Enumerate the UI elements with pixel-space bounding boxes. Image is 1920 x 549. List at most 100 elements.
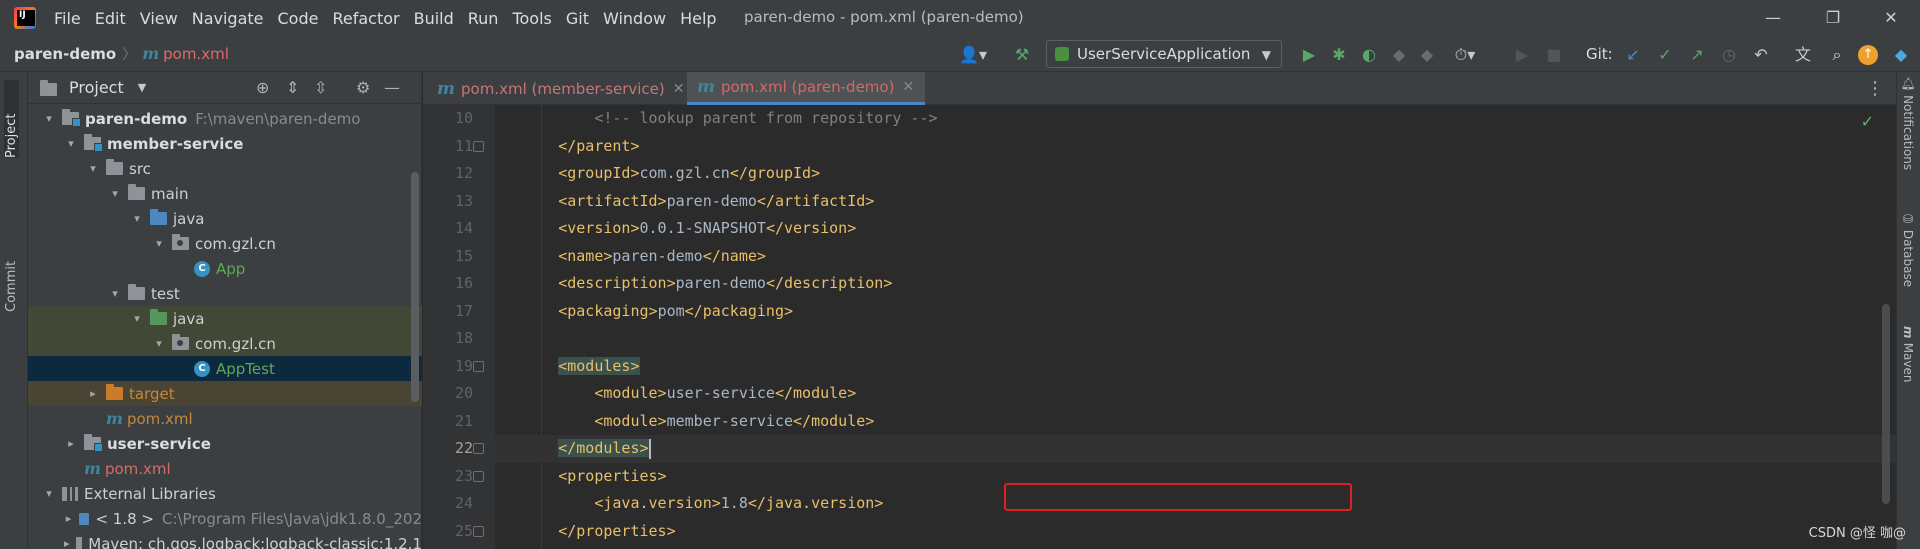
tree-item[interactable]: ▸ target <box>28 381 422 406</box>
code-line[interactable]: 10 <!-- lookup parent from repository --… <box>455 105 1896 133</box>
close-button[interactable]: ✕ <box>1868 4 1914 32</box>
menu-item-help[interactable]: Help <box>680 9 716 28</box>
resume-icon[interactable]: ▶ <box>1512 44 1532 66</box>
restore-button[interactable]: ❐ <box>1810 4 1856 32</box>
menu-item-run[interactable]: Run <box>468 9 499 28</box>
tool-tab-notifications[interactable]: 🔔︎ Notifications <box>1901 76 1915 186</box>
tree-item[interactable]: ▾ test <box>28 281 422 306</box>
code-line[interactable]: 15 <name>paren-demo</name> <box>455 243 1896 271</box>
menu-item-git[interactable]: Git <box>566 9 589 28</box>
tool-tab-maven[interactable]: m Maven <box>1901 326 1915 416</box>
editor-tab-paren-demo[interactable]: m pom.xml (paren-demo) ✕ <box>687 72 925 105</box>
fold-marker-icon[interactable] <box>473 443 484 454</box>
chevron-down-icon[interactable]: ▾ <box>42 112 56 125</box>
build-hammer-icon[interactable]: ⚒ <box>1010 44 1034 66</box>
translate-icon[interactable]: 文 <box>1792 44 1814 66</box>
tool-tab-commit[interactable]: Commit <box>4 242 19 312</box>
breadcrumb-file[interactable]: pom.xml <box>163 45 229 63</box>
chevron-down-icon[interactable]: ▾ <box>86 162 100 175</box>
code-line[interactable]: 22 </modules> <box>455 435 1896 463</box>
profile-alt-icon[interactable]: ◆ <box>1416 44 1438 66</box>
fold-marker-icon[interactable] <box>473 470 484 482</box>
chevron-down-icon[interactable]: ▾ <box>130 312 144 325</box>
more-run-options-icon[interactable]: ⏱▾ <box>1444 44 1486 66</box>
menu-item-view[interactable]: View <box>140 9 178 28</box>
tree-item[interactable]: m pom.xml <box>28 456 422 481</box>
project-panel-title[interactable]: Project <box>69 78 124 97</box>
code-line[interactable]: 16 <description>paren-demo</description> <box>455 270 1896 298</box>
chevron-right-icon[interactable]: ▸ <box>64 437 78 450</box>
chevron-down-icon[interactable]: ▾ <box>42 487 56 500</box>
collapse-all-icon[interactable]: ⇳ <box>314 78 327 97</box>
tree-item[interactable]: ▾ External Libraries <box>28 481 422 506</box>
stop-icon[interactable]: ■ <box>1544 44 1564 66</box>
menu-item-code[interactable]: Code <box>278 9 319 28</box>
code-line[interactable]: 13 <artifactId>paren-demo</artifactId> <box>455 188 1896 216</box>
tree-item[interactable]: ▾ java <box>28 206 422 231</box>
tree-item[interactable]: C AppTest <box>28 356 422 381</box>
menu-item-build[interactable]: Build <box>414 9 454 28</box>
code-line[interactable]: 11 </parent> <box>455 133 1896 161</box>
breadcrumb-project[interactable]: paren-demo <box>14 45 116 63</box>
code-line[interactable]: 17 <packaging>pom</packaging> <box>455 298 1896 326</box>
tree-item[interactable]: ▾ member-service <box>28 131 422 156</box>
chevron-down-icon[interactable]: ▾ <box>64 137 78 150</box>
code-line[interactable]: 14 <version>0.0.1-SNAPSHOT</version> <box>455 215 1896 243</box>
tool-tab-database[interactable]: ⛁ Database <box>1901 212 1915 312</box>
more-tabs-icon[interactable]: ⋮ <box>1866 78 1884 99</box>
menu-item-edit[interactable]: Edit <box>95 9 126 28</box>
update-icon[interactable]: ↑ <box>1858 45 1878 65</box>
profile-icon[interactable]: ◆ <box>1388 44 1410 66</box>
code-with-me-icon[interactable]: ◆ <box>1890 44 1912 66</box>
git-history-icon[interactable]: ◷ <box>1718 44 1740 66</box>
minimize-button[interactable]: — <box>1750 4 1796 32</box>
menu-item-refactor[interactable]: Refactor <box>332 9 399 28</box>
tree-item[interactable]: m pom.xml <box>28 406 422 431</box>
chevron-right-icon[interactable]: ▸ <box>86 387 100 400</box>
code-line[interactable]: 20 <module>user-service</module> <box>455 380 1896 408</box>
fold-marker-icon[interactable] <box>473 140 484 152</box>
chevron-right-icon[interactable]: ▸ <box>64 512 73 525</box>
close-icon[interactable]: ✕ <box>902 79 914 95</box>
editor-tab-member-service[interactable]: m pom.xml (member-service) ✕ <box>427 72 687 105</box>
code-line[interactable]: 21 <module>member-service</module> <box>455 408 1896 436</box>
chevron-down-icon[interactable]: ▾ <box>108 187 122 200</box>
tree-item[interactable]: C App <box>28 256 422 281</box>
menu-item-tools[interactable]: Tools <box>512 9 551 28</box>
tree-item[interactable]: ▸ Maven: ch.qos.logback:logback-classic:1… <box>28 531 422 549</box>
tool-tab-project[interactable]: Project <box>4 80 19 158</box>
project-scrollbar[interactable] <box>411 172 419 402</box>
fold-marker-icon[interactable] <box>473 360 484 372</box>
menu-item-window[interactable]: Window <box>603 9 666 28</box>
locate-target-icon[interactable]: ⊕ <box>256 78 269 97</box>
chevron-down-icon[interactable]: ▼ <box>138 81 146 94</box>
code-line[interactable]: 19 <modules> <box>455 353 1896 381</box>
tree-item[interactable]: ▸ user-service <box>28 431 422 456</box>
chevron-right-icon[interactable]: ▸ <box>64 537 70 549</box>
debug-icon[interactable]: ✱ <box>1328 44 1350 66</box>
menu-item-file[interactable]: File <box>54 9 81 28</box>
user-profile-icon[interactable]: 👤▾ <box>958 44 988 66</box>
chevron-down-icon[interactable]: ▾ <box>130 212 144 225</box>
git-commit-icon[interactable]: ✓ <box>1654 44 1676 66</box>
tree-item[interactable]: ▾ com.gzl.cn <box>28 331 422 356</box>
tree-item[interactable]: ▾ com.gzl.cn <box>28 231 422 256</box>
chevron-down-icon[interactable]: ▾ <box>152 337 166 350</box>
search-icon[interactable]: ⌕ <box>1826 44 1848 66</box>
run-configuration-select[interactable]: UserServiceApplication ▼ <box>1046 40 1282 68</box>
fold-marker-icon[interactable] <box>473 525 484 537</box>
chevron-down-icon[interactable]: ▾ <box>152 237 166 250</box>
menu-item-navigate[interactable]: Navigate <box>192 9 264 28</box>
tree-item[interactable]: ▾ java <box>28 306 422 331</box>
chevron-down-icon[interactable]: ▾ <box>108 287 122 300</box>
git-push-icon[interactable]: ↗ <box>1686 44 1708 66</box>
rollback-icon[interactable]: ↶ <box>1750 44 1772 66</box>
close-icon[interactable]: ✕ <box>673 81 685 97</box>
git-update-icon[interactable]: ↙ <box>1622 44 1644 66</box>
editor-scrollbar[interactable] <box>1882 304 1890 504</box>
hide-panel-icon[interactable]: — <box>384 78 400 97</box>
tree-item[interactable]: ▾ src <box>28 156 422 181</box>
code-line[interactable]: 25 </properties> <box>455 518 1896 546</box>
gear-icon[interactable]: ⚙ <box>356 78 370 97</box>
tree-item[interactable]: ▸ < 1.8 > C:\Program Files\Java\jdk1.8.0_2… <box>28 506 422 531</box>
